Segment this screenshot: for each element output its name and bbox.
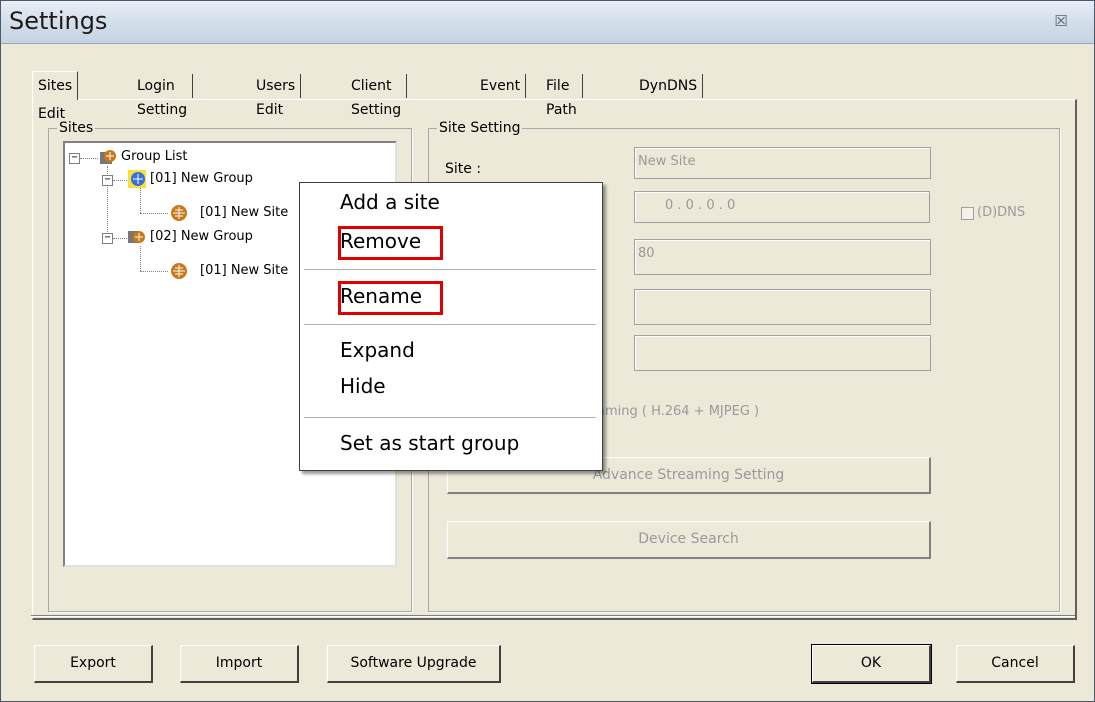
group-2-expander[interactable]: − (102, 233, 113, 244)
site-name-field[interactable]: New Site (634, 147, 931, 179)
site-label: Site : (445, 161, 482, 177)
tab-login-setting[interactable]: Login Setting (132, 74, 194, 118)
import-button[interactable]: Import (180, 645, 299, 683)
menu-item-remove[interactable]: Remove (340, 229, 421, 253)
streaming-mode-label: aming ( H.264 + MJPEG ) (597, 404, 760, 419)
tab-sites-edit[interactable]: Sites Edit (32, 71, 79, 122)
menu-separator (304, 324, 596, 325)
export-button[interactable]: Export (34, 645, 153, 683)
menu-item-rename[interactable]: Rename (340, 284, 422, 308)
footer-divider (31, 615, 1075, 617)
tree-group-2-label[interactable]: [02] New Group (150, 228, 253, 246)
tree-site-1-1-label[interactable]: [01] New Site (200, 204, 288, 222)
menu-item-add-site[interactable]: Add a site (340, 190, 440, 214)
tab-dyndns[interactable]: DynDNS (634, 74, 704, 98)
close-icon[interactable]: ☒ (1051, 11, 1071, 31)
ddns-label: (D)DNS (977, 205, 1026, 220)
group-1-expander[interactable]: − (102, 175, 113, 186)
group-2-icon (128, 231, 145, 243)
menu-item-set-start-group[interactable]: Set as start group (340, 431, 519, 455)
menu-separator (304, 269, 596, 270)
tab-client-setting[interactable]: Client Setting (346, 74, 408, 118)
ddns-checkbox[interactable] (961, 207, 974, 220)
username-field[interactable] (634, 289, 931, 325)
site-2-1-icon (171, 263, 187, 279)
software-upgrade-button[interactable]: Software Upgrade (327, 645, 501, 683)
tree-root-label[interactable]: Group List (121, 148, 187, 166)
root-expander[interactable]: − (69, 153, 80, 164)
cancel-button[interactable]: Cancel (956, 645, 1075, 683)
title-bar: Settings ☒ (1, 1, 1094, 44)
tab-users-edit[interactable]: Users Edit (251, 74, 302, 118)
tab-event[interactable]: Event (475, 74, 527, 98)
menu-item-hide[interactable]: Hide (340, 374, 386, 398)
device-search-button[interactable]: Device Search (447, 521, 931, 559)
tree-site-2-1-label[interactable]: [01] New Site (200, 262, 288, 280)
site-1-1-icon (171, 205, 187, 221)
password-field[interactable] (634, 335, 931, 371)
tab-file-path[interactable]: File Path (541, 74, 583, 118)
group-list-icon (100, 150, 116, 164)
window-title: Settings (9, 7, 108, 35)
ip-address-field[interactable]: 0 . 0 . 0 . 0 (634, 191, 930, 223)
port-field[interactable]: 80 (634, 239, 931, 275)
context-menu: Add a site Remove Rename Expand Hide Set… (299, 182, 603, 471)
menu-item-expand[interactable]: Expand (340, 338, 415, 362)
group-1-icon (128, 170, 146, 188)
site-setting-legend: Site Setting (439, 120, 521, 136)
menu-separator (304, 417, 596, 418)
tree-group-1-label[interactable]: [01] New Group (150, 170, 253, 188)
settings-window: Settings ☒ Sites Edit Login Setting User… (0, 0, 1095, 702)
ok-button[interactable]: OK (811, 644, 932, 684)
